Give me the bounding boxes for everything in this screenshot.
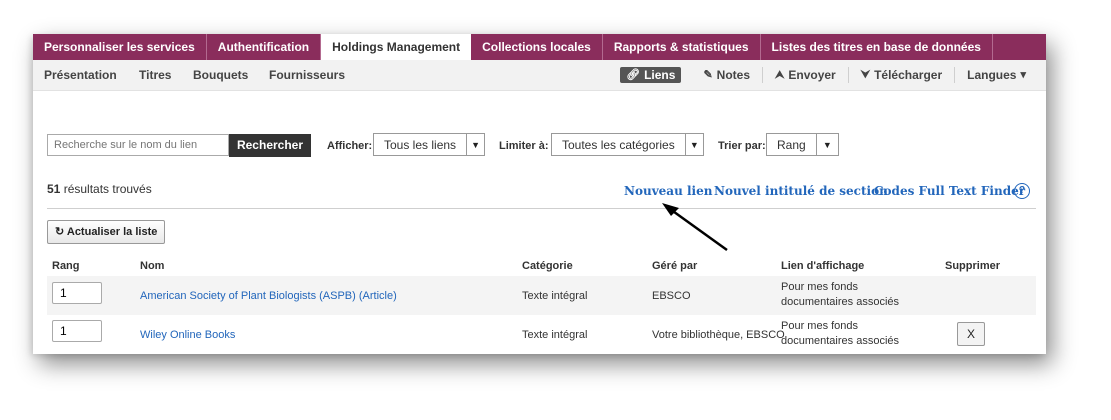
display-link-cell: Pour mes fonds documentaires associés <box>781 281 900 308</box>
main-tabs: Personnaliser les services Authentificat… <box>33 34 1046 60</box>
limiter-select[interactable]: Toutes les catégories ▼ <box>551 133 704 156</box>
col-header-nom: Nom <box>140 260 165 272</box>
col-header-supprimer: Supprimer <box>945 260 1001 272</box>
results-text: résultats trouvés <box>60 182 152 196</box>
subnav-liens[interactable]: 🔗︎ Liens <box>620 67 682 83</box>
search-button[interactable]: Rechercher <box>229 134 311 157</box>
trier-value: Rang <box>777 137 806 152</box>
caret-down-icon: ▾ <box>1020 69 1026 81</box>
trier-select[interactable]: Rang ▼ <box>766 133 839 156</box>
managed-by-cell: EBSCO <box>652 290 691 302</box>
limiter-label: Limiter à: <box>499 140 549 152</box>
link-icon: 🔗︎ <box>626 69 641 81</box>
category-cell: Texte intégral <box>522 329 588 341</box>
nouveau-lien-link[interactable]: Nouveau lien <box>624 184 712 198</box>
subnav-envoyer[interactable]: ⮝ Envoyer <box>762 67 848 83</box>
link-name[interactable]: Wiley Online Books <box>140 329 235 341</box>
app-frame: Personnaliser les services Authentificat… <box>33 34 1046 354</box>
chevron-down-icon: ▼ <box>466 134 484 155</box>
link-name[interactable]: American Society of Plant Biologists (AS… <box>140 290 397 302</box>
rank-input[interactable] <box>52 320 102 342</box>
subnav-notes[interactable]: ✎ Notes <box>691 67 762 83</box>
chevron-down-icon: ▼ <box>684 134 703 155</box>
results-number: 51 <box>47 182 61 196</box>
tab-listes-titres[interactable]: Listes des titres en base de données <box>761 34 993 60</box>
col-header-lien-affichage: Lien d'affichage <box>781 260 865 272</box>
langues-label: Langues <box>967 68 1017 82</box>
table-row: American Society of Plant Biologists (AS… <box>47 276 1036 315</box>
note-edit-icon: ✎ <box>703 69 713 81</box>
limiter-value: Toutes les catégories <box>562 137 675 152</box>
tab-rapports[interactable]: Rapports & statistiques <box>603 34 761 60</box>
category-cell: Texte intégral <box>522 290 588 302</box>
subnav-bouquets[interactable]: Bouquets <box>193 60 248 90</box>
delete-button[interactable]: X <box>957 322 985 346</box>
nouvel-intitule-link[interactable]: Nouvel intitulé de section <box>714 184 888 198</box>
afficher-value: Tous les liens <box>384 137 457 152</box>
telecharger-label: Télécharger <box>874 68 943 82</box>
liens-label: Liens <box>644 68 676 82</box>
tab-authentification[interactable]: Authentification <box>207 34 322 60</box>
tab-personnaliser[interactable]: Personnaliser les services <box>33 34 207 60</box>
download-icon: ⮟ <box>860 69 871 81</box>
subnav-telecharger[interactable]: ⮟ Télécharger <box>847 67 954 83</box>
codes-full-text-link[interactable]: Codes Full Text Finder <box>874 184 1025 198</box>
tab-collections-locales[interactable]: Collections locales <box>471 34 603 60</box>
afficher-label: Afficher: <box>327 140 373 152</box>
col-header-rang: Rang <box>52 260 80 272</box>
upload-icon: ⮝ <box>775 69 785 81</box>
subnav-actions: 🔗︎ Liens ✎ Notes ⮝ Envoyer ⮟ Télécharger… <box>620 60 1038 90</box>
help-icon[interactable]: ? <box>1014 183 1030 199</box>
managed-by-cell: Votre bibliothèque, EBSCO <box>652 329 785 341</box>
subnav-fournisseurs[interactable]: Fournisseurs <box>269 60 345 90</box>
afficher-select[interactable]: Tous les liens ▼ <box>373 133 485 156</box>
trier-label: Trier par: <box>718 140 766 152</box>
notes-label: Notes <box>716 68 750 82</box>
envoyer-label: Envoyer <box>788 68 836 82</box>
results-count: 51 résultats trouvés <box>47 182 152 196</box>
subnav-langues[interactable]: Langues ▾ <box>954 67 1038 83</box>
divider <box>47 208 1036 209</box>
refresh-label: Actualiser la liste <box>66 226 158 238</box>
table-row: Wiley Online Books Texte intégral Votre … <box>47 315 1036 354</box>
display-link-cell: Pour mes fonds documentaires associés <box>781 320 900 347</box>
chevron-down-icon: ▼ <box>815 134 838 155</box>
search-input[interactable] <box>47 134 229 156</box>
subnav-titres[interactable]: Titres <box>139 60 171 90</box>
col-header-categorie: Catégorie <box>522 260 573 272</box>
tab-holdings-management[interactable]: Holdings Management <box>321 34 472 60</box>
subnav-presentation[interactable]: Présentation <box>44 60 117 90</box>
refresh-list-button[interactable]: ↻ Actualiser la liste <box>47 220 166 244</box>
sub-navigation: Présentation Titres Bouquets Fournisseur… <box>33 60 1046 91</box>
col-header-gere-par: Géré par <box>652 260 698 272</box>
rank-input[interactable] <box>52 282 102 304</box>
refresh-icon: ↻ <box>55 226 65 238</box>
